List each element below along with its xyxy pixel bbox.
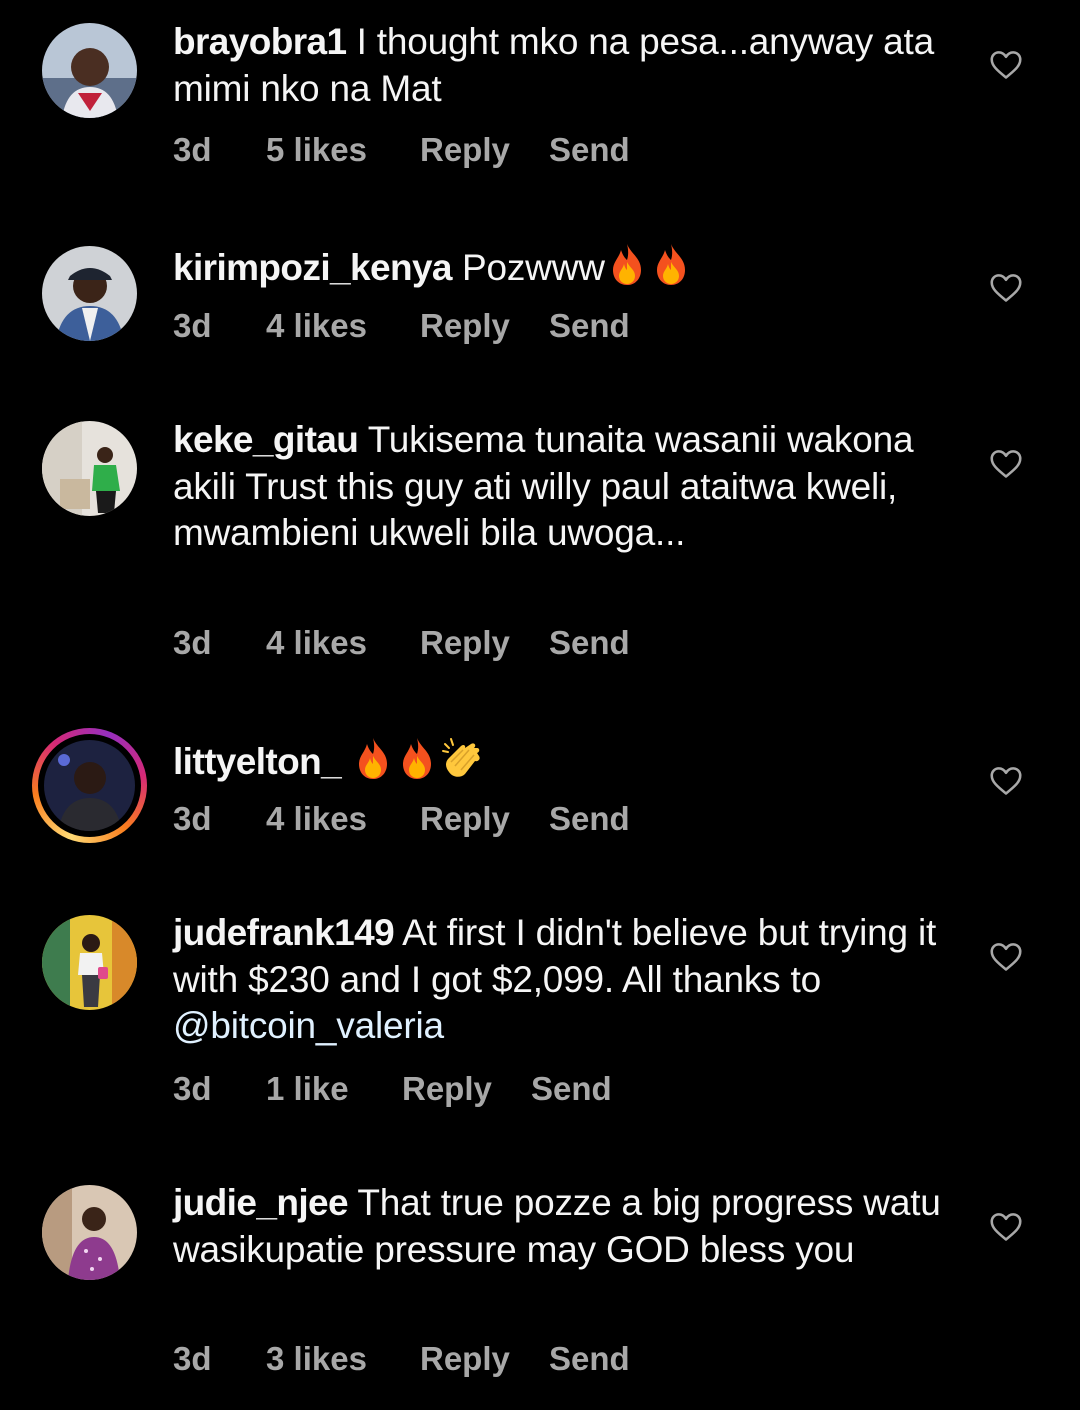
comment-time: 3d (173, 624, 212, 661)
fire-emoji-icon (607, 242, 647, 286)
comment-time: 3d (173, 1070, 212, 1107)
comment-text: littyelton_ (173, 736, 943, 786)
comment-time: 3d (173, 800, 212, 837)
comment-username[interactable]: littyelton_ (173, 741, 342, 782)
comment-username[interactable]: kirimpozi_kenya (173, 247, 453, 288)
reply-button[interactable]: Reply (402, 1070, 492, 1108)
send-button[interactable]: Send (549, 131, 630, 169)
comment-username[interactable]: keke_gitau (173, 419, 359, 460)
likes-count[interactable]: 4 likes (266, 307, 367, 345)
heart-icon[interactable] (988, 270, 1024, 306)
comment-time: 3d (173, 1340, 212, 1377)
comment-username[interactable]: brayobra1 (173, 21, 347, 62)
comment-time: 3d (173, 131, 212, 168)
likes-count[interactable]: 4 likes (266, 800, 367, 838)
comment-message: Pozwww (462, 247, 605, 288)
reply-button[interactable]: Reply (420, 131, 510, 169)
avatar[interactable] (42, 1185, 137, 1280)
fire-emoji-icon (353, 736, 393, 780)
comment-time: 3d (173, 307, 212, 344)
avatar[interactable] (42, 23, 137, 118)
avatar[interactable] (42, 421, 137, 516)
likes-count[interactable]: 1 like (266, 1070, 349, 1108)
comment-item: judefrank149 At first I didn't believe b… (0, 895, 1080, 1155)
likes-count[interactable]: 4 likes (266, 624, 367, 662)
avatar (44, 740, 135, 831)
heart-icon[interactable] (988, 763, 1024, 799)
send-button[interactable]: Send (549, 624, 630, 662)
comment-item: keke_gitau Tukisema tunaita wasanii wako… (0, 400, 1080, 700)
fire-emoji-icon (651, 242, 691, 286)
heart-icon[interactable] (988, 1209, 1024, 1245)
reply-button[interactable]: Reply (420, 800, 510, 838)
clapping-hands-emoji-icon (441, 736, 481, 780)
reply-button[interactable]: Reply (420, 1340, 510, 1378)
send-button[interactable]: Send (531, 1070, 612, 1108)
likes-count[interactable]: 3 likes (266, 1340, 367, 1378)
heart-icon[interactable] (988, 446, 1024, 482)
fire-emoji-icon (397, 736, 437, 780)
comment-text: brayobra1 I thought mko na pesa...anyway… (173, 19, 943, 112)
comment-username[interactable]: judefrank149 (173, 912, 395, 953)
likes-count[interactable]: 5 likes (266, 131, 367, 169)
comment-text: judie_njee That true pozze a big progres… (173, 1180, 943, 1273)
send-button[interactable]: Send (549, 800, 630, 838)
comment-text: kirimpozi_kenya Pozwww (173, 242, 943, 292)
reply-button[interactable]: Reply (420, 624, 510, 662)
comment-item: judie_njee That true pozze a big progres… (0, 1165, 1080, 1410)
comment-username[interactable]: judie_njee (173, 1182, 349, 1223)
avatar-story-ring[interactable] (32, 728, 147, 843)
heart-icon[interactable] (988, 47, 1024, 83)
send-button[interactable]: Send (549, 1340, 630, 1378)
heart-icon[interactable] (988, 939, 1024, 975)
comment-text: judefrank149 At first I didn't believe b… (173, 910, 943, 1050)
reply-button[interactable]: Reply (420, 307, 510, 345)
avatar[interactable] (42, 246, 137, 341)
avatar[interactable] (42, 915, 137, 1010)
comment-item: kirimpozi_kenya Pozwww 3d 4 likes Reply … (0, 220, 1080, 390)
send-button[interactable]: Send (549, 307, 630, 345)
mention-link[interactable]: @bitcoin_valeria (173, 1005, 444, 1046)
comment-text: keke_gitau Tukisema tunaita wasanii wako… (173, 417, 943, 557)
comment-item: littyelton_ 3d 4 likes Reply Send (0, 720, 1080, 890)
comment-item: brayobra1 I thought mko na pesa...anyway… (0, 0, 1080, 200)
